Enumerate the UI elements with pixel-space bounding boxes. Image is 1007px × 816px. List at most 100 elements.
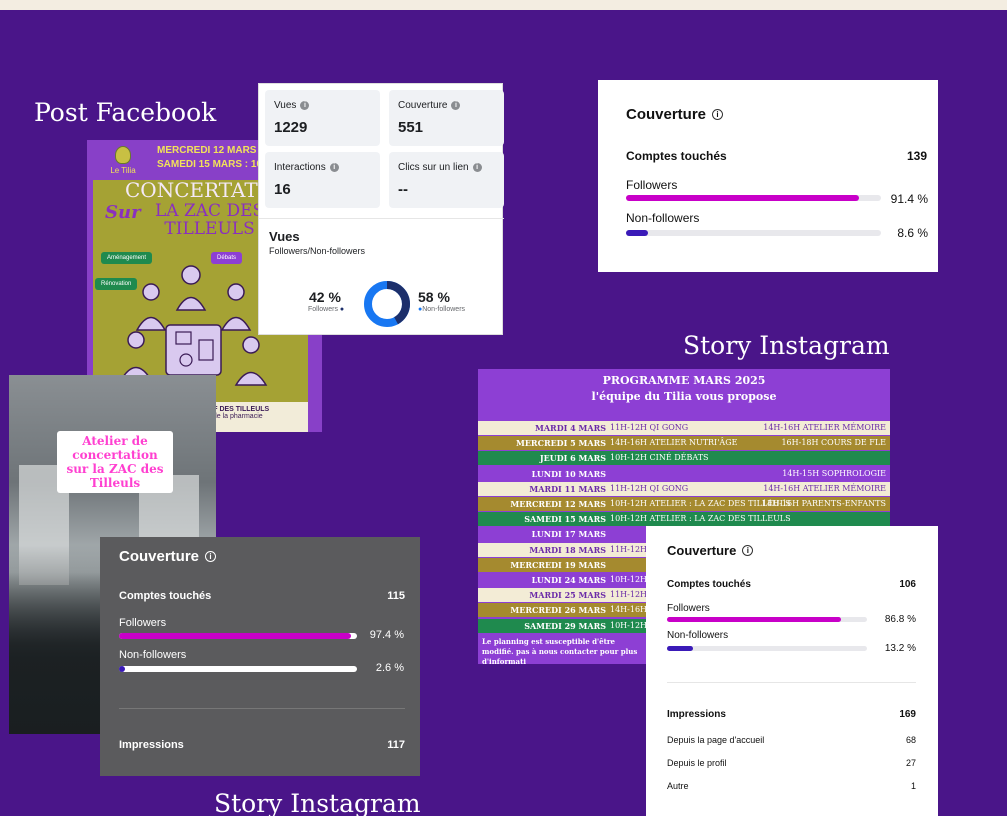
nonfollowers-pct: 2.6 % [375, 662, 404, 674]
coverage-card-right: Couverture i Comptes touchés 106 Followers… [646, 526, 938, 816]
followers-label: Followers [667, 603, 710, 614]
info-icon[interactable]: i [205, 551, 217, 562]
coverage-title: Couverture i [119, 548, 217, 565]
vues-title: Vues [269, 229, 300, 244]
nonfollowers-label: Non-followers [119, 649, 187, 661]
reach-row: Comptes touchés 115 [119, 590, 405, 602]
program-activity-morning: 14H-16H ATELIER NUTRI'ÂGE [610, 438, 738, 448]
info-icon[interactable]: i [742, 545, 754, 556]
info-icon[interactable]: i [451, 101, 461, 110]
program-row: MERCREDI 5 MARS 14H-16H ATELIER NUTRI'ÂGE… [478, 436, 890, 451]
photo-caption-tag: Atelier de concertation sur la ZAC des T… [57, 431, 173, 493]
program-row: MARDI 11 MARS 11H-12H QI GONG 14H-16H ATEL… [478, 481, 890, 496]
program-activity-afternoon: 14H-16H PARENTS-ENFANTS [762, 499, 886, 508]
divider [259, 218, 504, 219]
reach-row: Comptes touchés 139 [626, 149, 927, 163]
followers-label: Followers [119, 617, 167, 629]
nonfollowers-pct: 58 % [418, 289, 450, 305]
program-row: SAMEDI 15 MARS 10H-12H ATELIER : LA ZAC D… [478, 512, 890, 527]
coverage-title: Couverture i [667, 543, 754, 558]
coverage-card-dark: Couverture i Comptes touchés 115 Followers… [100, 537, 420, 776]
program-day: MERCREDI 12 MARS [510, 499, 606, 509]
followers-label: Followers [626, 178, 678, 192]
info-icon[interactable]: i [712, 109, 724, 120]
impressions-row: Impressions 169 [667, 709, 916, 720]
program-activity-morning: 11H-12H [610, 544, 648, 554]
program-activity-morning: 11H-12H QI GONG [610, 423, 689, 432]
nonfollowers-bar [119, 666, 357, 672]
program-activity-afternoon: 16H-18H COURS DE FLE [781, 438, 886, 448]
program-header: PROGRAMME MARS 2025 l'équipe du Tilia vou… [591, 374, 777, 403]
caption-story-instagram-bottom: Story Instagram [214, 789, 421, 816]
nonfollowers-label: Non-followers [667, 630, 729, 641]
top-band [0, 0, 1007, 10]
program-activity-morning: 11H-12H [610, 590, 648, 600]
coverage-title: Couverture i [626, 106, 724, 123]
impressions-home-row: Depuis la page d'accueil 68 [667, 735, 916, 745]
facebook-stats-card: Vues i 1229 Couverture i 551 Interactions i… [258, 83, 504, 335]
program-day: MERCREDI 26 MARS [510, 605, 606, 616]
program-day: LUNDI 17 MARS [531, 529, 606, 540]
followers-pct: 42 % [309, 289, 341, 305]
followers-pct: 86.8 % [884, 614, 916, 625]
followers-pct: 97.4 % [369, 629, 404, 641]
program-activity-morning: 14H-16H [610, 605, 648, 615]
program-day: MARDI 4 MARS [534, 423, 606, 433]
program-day: MERCREDI 19 MARS [510, 559, 606, 570]
nonfollowers-label: Non-followers [626, 211, 700, 225]
nonfollowers-label: ●Non-followers [418, 306, 466, 313]
vues-subtitle: Followers/Non-followers [269, 246, 366, 256]
program-activity-morning: 10H-12H ATELIER : LA ZAC DES TILLEULS [610, 514, 791, 524]
program-row: JEUDI 6 MARS 10H-12H CINÉ DÉBATS [478, 451, 890, 466]
stat-clics: Clics sur un lien i -- [389, 152, 504, 208]
impressions-other-row: Autre 1 [667, 781, 916, 791]
program-day: LUNDI 24 MARS [531, 575, 606, 585]
program-day: LUNDI 10 MARS [531, 468, 606, 479]
poster-subtitle: LA ZAC DES TILLEULS [155, 201, 265, 239]
nonfollowers-bar [626, 230, 881, 236]
poster-sur: Sur [105, 202, 141, 223]
info-icon[interactable]: i [300, 101, 310, 110]
info-icon[interactable]: i [329, 163, 339, 172]
program-day: MERCREDI 5 MARS [515, 438, 606, 449]
program-day: MARDI 18 MARS [529, 544, 606, 555]
program-activity-morning: 10H-12H [610, 620, 648, 630]
poster-footer: TIF DES TILLEULS é de la pharmacie [201, 402, 308, 432]
program-day: JEUDI 6 MARS [539, 453, 606, 464]
program-day: SAMEDI 29 MARS [524, 620, 606, 631]
reach-row: Comptes touchés 106 [667, 579, 916, 590]
nonfollowers-pct: 8.6 % [897, 226, 928, 240]
divider [667, 682, 916, 683]
stat-interactions: Interactions i 16 [265, 152, 380, 208]
program-row: LUNDI 10 MARS 14H-15H SOPHROLOGIE [478, 466, 890, 481]
impressions-row: Impressions 117 [119, 739, 405, 751]
followers-bar [119, 633, 357, 639]
followers-bar [626, 195, 881, 201]
caption-post-facebook: Post Facebook [34, 98, 217, 127]
followers-pct: 91.4 % [890, 192, 928, 206]
program-row: MARDI 4 MARS 11H-12H QI GONG 14H-16H ATELI… [478, 421, 890, 435]
program-day: MARDI 11 MARS [529, 483, 606, 494]
nonfollowers-bar [667, 646, 867, 651]
program-activity-morning: 10H-12H CINÉ DÉBATS [610, 453, 709, 463]
tilia-logo: Le Tilia [103, 144, 143, 178]
coverage-card-top: Couverture i Comptes touchés 139 Followers… [598, 80, 938, 272]
divider [119, 708, 405, 709]
program-day: SAMEDI 15 MARS [524, 514, 606, 525]
followers-label: Followers ● [308, 306, 345, 313]
program-activity-afternoon: 14H-16H ATELIER MÉMOIRE [763, 423, 886, 432]
program-day: MARDI 25 MARS [529, 590, 606, 601]
program-row: MERCREDI 12 MARS 10H-12H ATELIER : LA ZAC… [478, 497, 890, 511]
followers-bar [667, 617, 867, 622]
caption-story-instagram-top: Story Instagram [683, 331, 890, 360]
program-activity-morning: 10H-12H [610, 575, 648, 584]
info-icon[interactable]: i [472, 163, 482, 172]
program-activity-afternoon: 14H-15H SOPHROLOGIE [782, 468, 886, 478]
stat-vues: Vues i 1229 [265, 90, 380, 146]
nonfollowers-pct: 13.2 % [884, 643, 916, 654]
program-note: Le planning est susceptible d'être modif… [482, 637, 638, 664]
followers-donut [364, 281, 410, 327]
program-activity-morning: 11H-12H QI GONG [610, 483, 689, 493]
program-activity-afternoon: 14H-16H ATELIER MÉMOIRE [763, 483, 886, 493]
impressions-profile-row: Depuis le profil 27 [667, 758, 916, 768]
